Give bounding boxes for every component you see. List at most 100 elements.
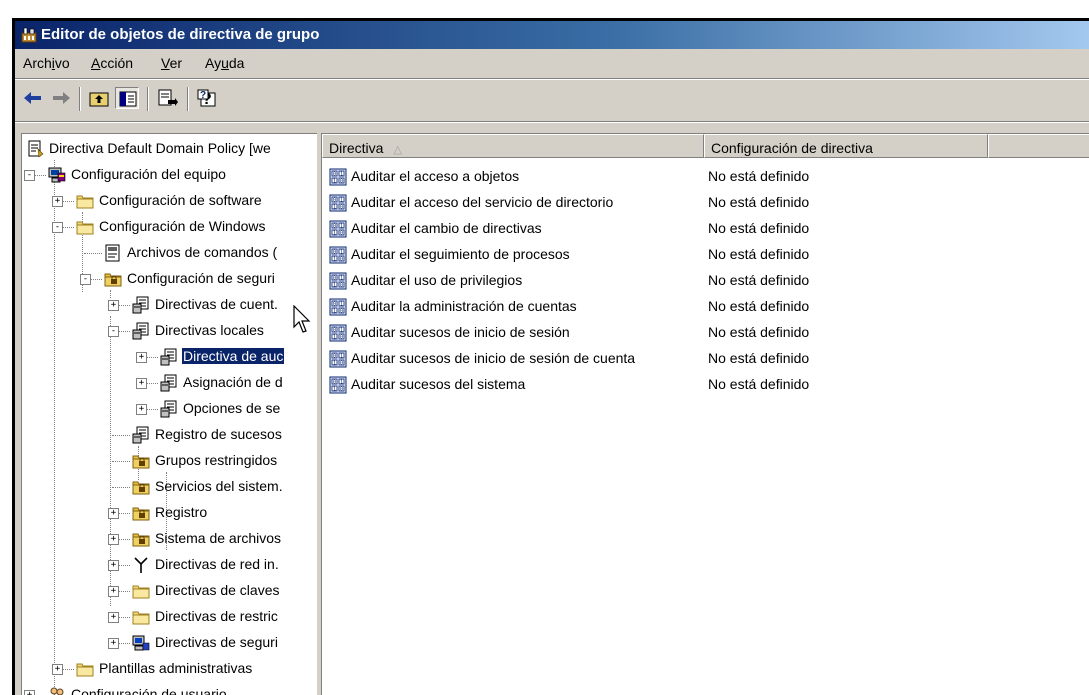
expand-plus-icon[interactable]: + <box>108 638 119 649</box>
screenshot-frame: Editor de objetos de directiva de grupo … <box>0 0 1089 695</box>
tree-item-grupos[interactable]: Grupos restringidos <box>112 448 316 474</box>
back-button[interactable] <box>21 87 45 109</box>
policy-setting: No está definido <box>708 350 810 366</box>
tree-item-label: Configuración de seguri <box>127 270 275 286</box>
column-header-configuracion[interactable]: Configuración de directiva <box>704 134 988 158</box>
tree-item-registro[interactable]: + Registro <box>108 500 316 526</box>
tree-item-registro-sucesos[interactable]: Registro de sucesos <box>112 422 316 448</box>
svg-text:0: 0 <box>340 256 343 262</box>
menu-ver[interactable]: Ver <box>161 55 182 71</box>
expand-plus-icon[interactable]: + <box>108 534 119 545</box>
forward-button[interactable] <box>49 87 73 109</box>
tree-item-root[interactable]: Directiva Default Domain Policy [we <box>26 136 316 162</box>
svg-text:0: 0 <box>340 386 343 392</box>
tree-item-label: Directiva de auc <box>182 348 285 364</box>
tree-item-label: Configuración de software <box>99 192 262 208</box>
console-tree-pane[interactable]: Directiva Default Domain Policy [we - Conf… <box>21 133 319 695</box>
column-header-empty[interactable] <box>988 134 1089 158</box>
svg-text:1: 1 <box>340 353 343 359</box>
list-row[interactable]: 0 1 1 0 Auditar sucesos de inicio de sesión … <box>328 346 1088 372</box>
tree-item-windows[interactable]: - Configuración de Windows <box>52 214 316 240</box>
collapse-minus-icon[interactable]: - <box>24 170 35 181</box>
list-row[interactable]: 0 1 1 0 Auditar el seguimiento de procesos No… <box>328 242 1088 268</box>
tree-item-restric[interactable]: + Directivas de restric <box>108 604 316 630</box>
tree-item-seguridad[interactable]: - Configuración de seguri <box>80 266 316 292</box>
tree-item-locales[interactable]: - Directivas locales <box>108 318 316 344</box>
tree-item-asignacion[interactable]: + Asignación de d <box>136 370 316 396</box>
tree-item-servicios[interactable]: Servicios del sistem. <box>112 474 316 500</box>
help-button[interactable]: ?? <box>195 87 219 109</box>
gpedit-window: Editor de objetos de directiva de grupo … <box>12 18 1089 695</box>
tree-connector <box>54 160 55 695</box>
details-list-pane[interactable]: Directiva △ Configuración de directiva 01… <box>321 133 1089 695</box>
svg-text:0: 0 <box>333 223 336 229</box>
expand-plus-icon[interactable]: + <box>108 508 119 519</box>
menu-accion[interactable]: Acción <box>91 55 133 71</box>
tree-item-label: Archivos de comandos ( <box>127 244 278 260</box>
tree-item-plantillas[interactable]: + Plantillas administrativas <box>52 656 316 682</box>
list-row[interactable]: 0 1 1 0 Auditar sucesos del sistema No está d… <box>328 372 1088 398</box>
policy-setting: No está definido <box>708 220 810 236</box>
tree-item-red[interactable]: + Directivas de red in. <box>108 552 316 578</box>
column-header-directiva[interactable]: Directiva △ <box>322 134 704 158</box>
security-folder-icon <box>132 452 150 470</box>
up-one-level-button[interactable] <box>87 87 111 109</box>
tree-item-archivos[interactable]: + Sistema de archivos <box>108 526 316 552</box>
expand-plus-icon[interactable]: + <box>136 352 147 363</box>
show-hide-tree-button[interactable] <box>115 87 139 109</box>
audit-policy-icon: 0110 <box>328 350 348 368</box>
list-row[interactable]: 0 1 1 0 Auditar la administración de cuentas… <box>328 294 1088 320</box>
wireless-network-icon <box>132 556 150 574</box>
window-title: Editor de objetos de directiva de grupo <box>41 26 320 43</box>
list-row[interactable]: 0 1 1 0 Auditar el uso de privilegios No está… <box>328 268 1088 294</box>
toolbar: ?? <box>15 79 1089 119</box>
list-row[interactable]: 0 1 1 0 Auditar el acceso del servicio de di… <box>328 190 1088 216</box>
tree-item-label: Plantillas administrativas <box>99 660 253 676</box>
tree-item-label: Directivas de cuent. <box>155 296 278 312</box>
policy-setting: No está definido <box>708 168 810 184</box>
expand-plus-icon[interactable]: + <box>108 300 119 311</box>
tree-item-equipo[interactable]: - Configuración del equipo <box>24 162 316 188</box>
expand-plus-icon[interactable]: + <box>136 404 147 415</box>
expand-plus-icon[interactable]: + <box>24 690 35 695</box>
expand-plus-icon[interactable]: + <box>52 664 63 675</box>
svg-text:0: 0 <box>340 178 343 184</box>
expand-plus-icon[interactable]: + <box>108 560 119 571</box>
tree-item-label: Directiva Default Domain Policy [we <box>49 140 271 156</box>
expand-plus-icon[interactable]: + <box>108 612 119 623</box>
svg-text:1: 1 <box>340 171 343 177</box>
tree-item-label: Directivas de red in. <box>155 556 279 572</box>
audit-policy-icon: 0110 <box>328 194 348 212</box>
svg-text:1: 1 <box>340 249 343 255</box>
tree-item-claves[interactable]: + Directivas de claves <box>108 578 316 604</box>
list-header: Directiva △ Configuración de directiva <box>322 134 1089 160</box>
policy-name: Auditar el acceso a objetos <box>351 168 520 184</box>
tree-item-label: Asignación de d <box>183 374 283 390</box>
menu-ayuda[interactable]: Ayuda <box>205 55 244 71</box>
tree-item-auditoria[interactable]: + Directiva de auc <box>136 344 316 370</box>
folder-icon <box>76 218 94 236</box>
collapse-minus-icon[interactable]: - <box>108 326 119 337</box>
tree-item-usuario[interactable]: + Configuración de usuario <box>24 682 316 695</box>
expand-plus-icon[interactable]: + <box>136 378 147 389</box>
menu-archivo[interactable]: Archivo <box>23 55 70 71</box>
tree-item-opciones[interactable]: + Opciones de se <box>136 396 316 422</box>
expand-plus-icon[interactable]: + <box>108 586 119 597</box>
collapse-minus-icon[interactable]: - <box>52 222 63 233</box>
collapse-minus-icon[interactable]: - <box>80 274 91 285</box>
list-row[interactable]: 0 1 1 0 Auditar el acceso a objetos No está d… <box>328 164 1088 190</box>
expand-plus-icon[interactable]: + <box>52 196 63 207</box>
title-bar[interactable]: Editor de objetos de directiva de grupo <box>15 21 1089 49</box>
tree-item-scripts[interactable]: Archivos de comandos ( <box>84 240 316 266</box>
tree-item-cuentas[interactable]: + Directivas de cuent. <box>108 292 316 318</box>
tree-item-label: Servicios del sistem. <box>155 478 283 494</box>
tree-item-label: Registro de sucesos <box>155 426 282 442</box>
tree-item-software[interactable]: + Configuración de software <box>52 188 316 214</box>
tree-item-label: Configuración del equipo <box>71 166 226 182</box>
tree-item-segip[interactable]: + Directivas de seguri <box>108 630 316 656</box>
up-folder-icon <box>89 92 109 107</box>
list-row[interactable]: 0 1 1 0 Auditar el cambio de directivas No es… <box>328 216 1088 242</box>
audit-policy-icon: 0110 <box>328 298 348 316</box>
export-list-button[interactable] <box>155 87 179 109</box>
list-row[interactable]: 0 1 1 0 Auditar sucesos de inicio de sesión N… <box>328 320 1088 346</box>
